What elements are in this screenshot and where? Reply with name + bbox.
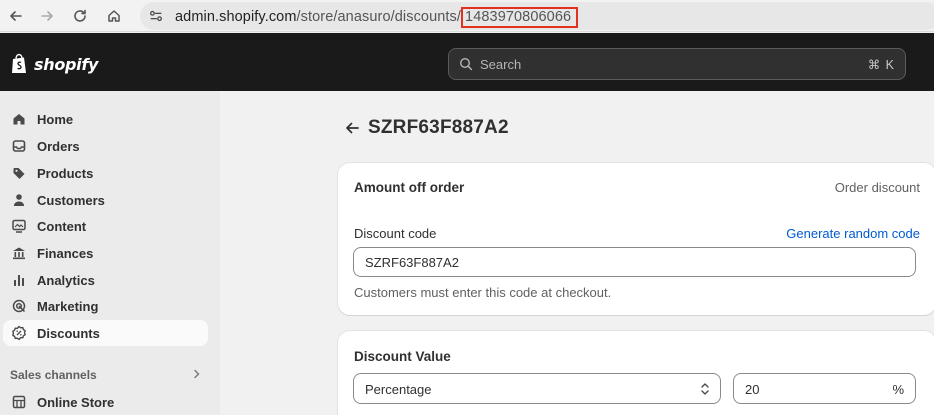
- address-bar[interactable]: admin.shopify.com/store/anasuro/discount…: [140, 2, 934, 30]
- shopify-logo[interactable]: shopify: [10, 53, 98, 75]
- sidebar-item-label: Marketing: [37, 299, 99, 314]
- card-title: Amount off order: [354, 180, 465, 195]
- generate-random-code-link[interactable]: Generate random code: [786, 226, 920, 241]
- image-icon: [12, 219, 26, 233]
- discount-code-input[interactable]: [353, 247, 916, 277]
- select-value: Percentage: [365, 382, 432, 397]
- sidebar-item-marketing[interactable]: Marketing: [3, 293, 208, 319]
- sidebar-item-content[interactable]: Content: [3, 213, 208, 239]
- chevron-up-down-icon: [701, 383, 709, 395]
- sidebar-item-discounts[interactable]: Discounts: [3, 320, 208, 346]
- store-icon: [12, 395, 26, 409]
- sidebar-item-finances[interactable]: Finances: [3, 240, 208, 266]
- shopify-bag-icon: [12, 53, 26, 73]
- sidebar-item-label: Online Store: [37, 395, 115, 410]
- chevron-right-icon[interactable]: [190, 367, 204, 381]
- inbox-icon: [12, 140, 26, 152]
- card-title: Discount Value: [354, 349, 451, 364]
- url-path: /store/anasuro/discounts/: [296, 9, 462, 25]
- discount-amount-input[interactable]: 20 %: [733, 373, 916, 404]
- discount-icon: [12, 325, 26, 341]
- forward-icon[interactable]: [37, 6, 57, 26]
- admin-header: shopify Search ⌘ K: [0, 33, 934, 91]
- bar-chart-icon: [14, 275, 24, 286]
- logo-text: shopify: [34, 54, 99, 74]
- sales-channels-heading[interactable]: Sales channels: [10, 368, 97, 382]
- sidebar-item-analytics[interactable]: Analytics: [3, 267, 208, 293]
- sidebar-item-label: Finances: [37, 246, 94, 261]
- sidebar-item-label: Analytics: [37, 273, 95, 288]
- search-input[interactable]: Search ⌘ K: [448, 48, 906, 80]
- main-content: SZRF63F887A2 Amount off order Order disc…: [220, 91, 934, 415]
- sidebar-nav: Home Orders Products Customers Content F…: [0, 91, 220, 415]
- sidebar-item-label: Home: [37, 112, 74, 127]
- url-text: admin.shopify.com/store/anasuro/discount…: [175, 7, 579, 28]
- sidebar-item-products[interactable]: Products: [3, 160, 208, 186]
- sidebar-item-label: Content: [37, 219, 87, 234]
- discount-code-help: Customers must enter this code at checko…: [354, 285, 612, 300]
- sidebar-item-online-store[interactable]: Online Store: [3, 389, 208, 415]
- search-shortcut: ⌘ K: [867, 58, 895, 72]
- sidebar-item-label: Products: [37, 166, 94, 181]
- home-browser-icon[interactable]: [104, 6, 124, 26]
- url-domain: admin.shopify.com: [175, 9, 297, 25]
- target-icon: [12, 299, 26, 313]
- discount-value-card: Discount Value Percentage 20 %: [338, 331, 934, 415]
- search-icon: [459, 57, 473, 71]
- discount-code-label: Discount code: [354, 226, 437, 241]
- sidebar-item-orders[interactable]: Orders: [3, 133, 208, 159]
- reload-icon[interactable]: [70, 6, 90, 26]
- back-icon[interactable]: [6, 6, 26, 26]
- sidebar-item-label: Orders: [37, 139, 80, 154]
- url-id-highlight: 1483970806066: [461, 7, 579, 28]
- amount-value: 20: [745, 382, 760, 397]
- discount-type-label: Order discount: [834, 180, 920, 195]
- sidebar-item-label: Discounts: [37, 326, 100, 341]
- tag-icon: [13, 168, 25, 179]
- back-arrow-icon[interactable]: [343, 119, 361, 137]
- sidebar-item-home[interactable]: Home: [3, 106, 208, 132]
- person-icon: [13, 194, 25, 206]
- browser-toolbar: admin.shopify.com/store/anasuro/discount…: [0, 0, 934, 32]
- discount-type-select[interactable]: Percentage: [353, 373, 721, 404]
- bank-icon: [13, 247, 25, 260]
- site-settings-icon[interactable]: [147, 7, 165, 25]
- percent-suffix: %: [892, 382, 904, 397]
- search-placeholder: Search: [480, 57, 522, 72]
- sidebar-item-label: Customers: [37, 193, 105, 208]
- page-title: SZRF63F887A2: [368, 117, 509, 138]
- home-icon: [13, 114, 25, 125]
- discount-code-card: Amount off order Order discount Discount…: [338, 163, 934, 315]
- sidebar-item-customers[interactable]: Customers: [3, 187, 208, 213]
